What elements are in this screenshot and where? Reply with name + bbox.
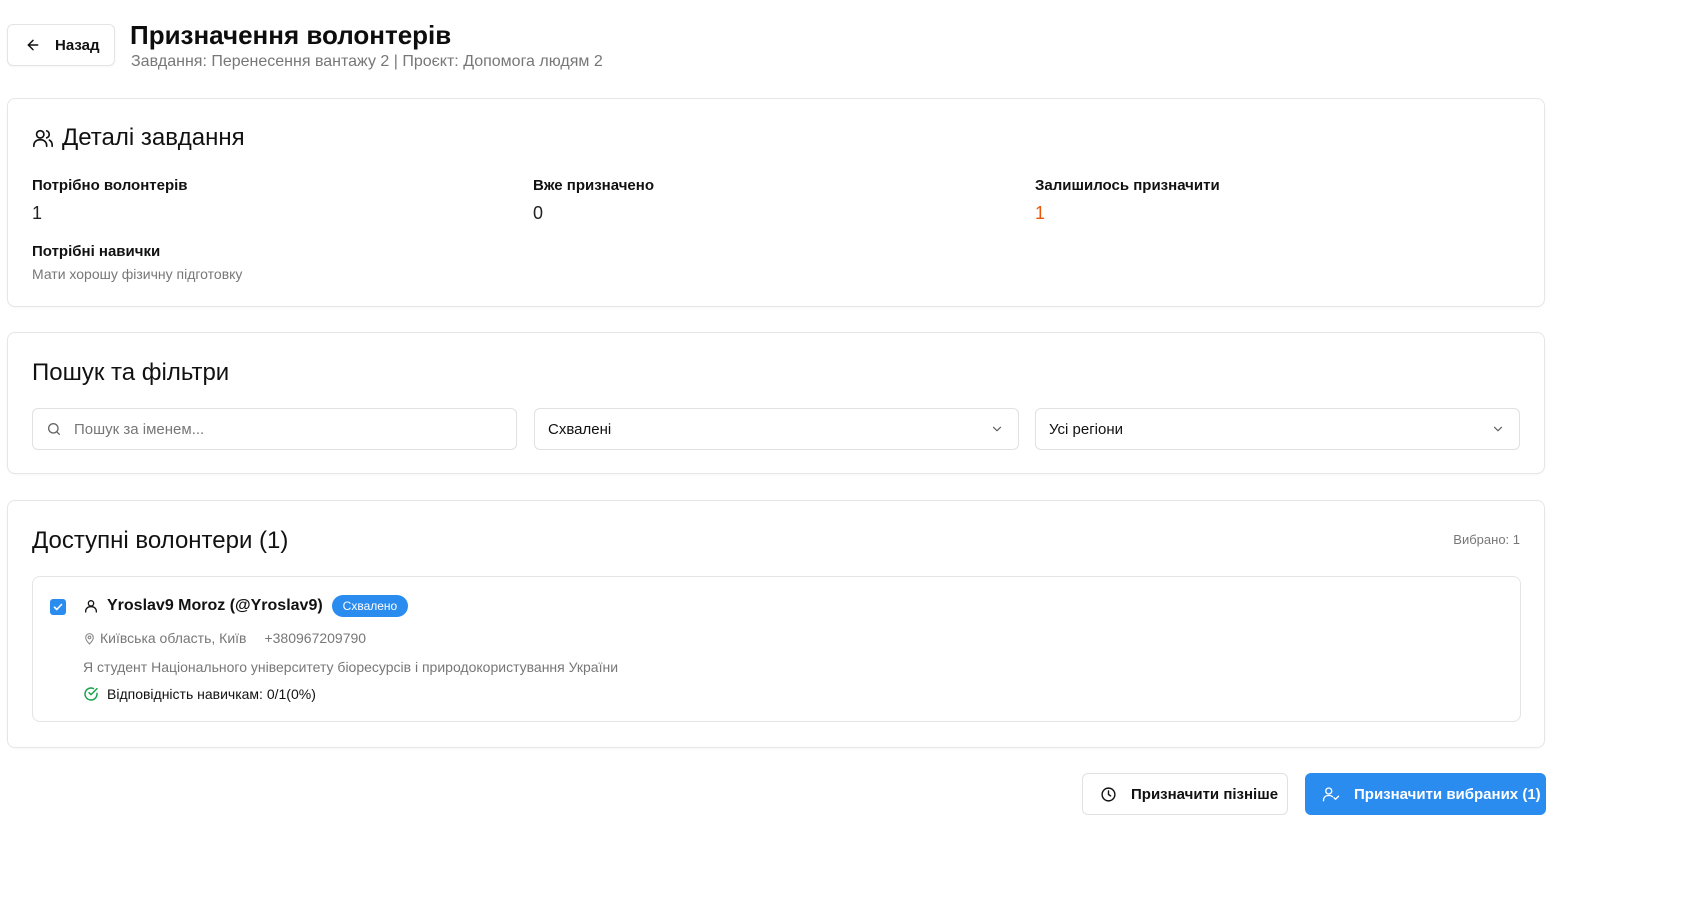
region-filter-value: Усі регіони bbox=[1049, 420, 1124, 438]
back-button[interactable]: Назад bbox=[7, 24, 115, 66]
volunteer-name: Yroslav9 Moroz (@Yroslav9) bbox=[107, 597, 323, 614]
task-details-card: Деталі завдання Потрібно волонтерів 1 Вж… bbox=[7, 98, 1545, 307]
assign-later-label: Призначити пізніше bbox=[1131, 785, 1279, 803]
assign-volunteers-page: Назад Призначення волонтерів Завдання: П… bbox=[0, 0, 1704, 903]
required-skills: Потрібні навички Мати хорошу фізичну під… bbox=[32, 243, 242, 282]
map-pin-icon bbox=[83, 632, 96, 645]
volunteer-location: Київська область, Київ bbox=[100, 630, 247, 646]
volunteer-contact: Київська область, Київ +380967209790 bbox=[83, 630, 366, 646]
page-subtitle: Завдання: Перенесення вантажу 2 | Проєкт… bbox=[131, 53, 603, 70]
volunteers-needed-value: 1 bbox=[32, 203, 43, 223]
page-title: Призначення волонтерів bbox=[130, 20, 452, 50]
already-assigned: Вже призначено 0 bbox=[533, 177, 654, 224]
task-details-title-text: Деталі завдання bbox=[62, 124, 245, 151]
assign-later-button[interactable]: Призначити пізніше bbox=[1082, 773, 1288, 815]
search-filters-title: Пошук та фільтри bbox=[32, 359, 230, 386]
check-circle-icon bbox=[83, 686, 99, 702]
user-check-icon bbox=[1322, 785, 1340, 803]
search-icon bbox=[46, 421, 62, 437]
chevron-down-icon bbox=[1491, 422, 1505, 436]
available-volunteers-card: Доступні волонтери (1) Вибрано: 1 Yrosla… bbox=[7, 500, 1545, 748]
search-filters-card: Пошук та фільтри Схвалені Усі регіони bbox=[7, 332, 1545, 474]
volunteer-phone: +380967209790 bbox=[264, 630, 367, 646]
status-filter-select[interactable]: Схвалені bbox=[534, 408, 1019, 450]
status-filter-value: Схвалені bbox=[548, 420, 612, 438]
search-box[interactable] bbox=[32, 408, 517, 450]
status-badge: Схвалено bbox=[331, 595, 409, 617]
users-icon bbox=[32, 127, 54, 149]
user-icon bbox=[83, 598, 99, 614]
skills-match: Відповідність навичкам: 0/1(0%) bbox=[83, 686, 316, 702]
volunteer-list-item[interactable]: Yroslav9 Moroz (@Yroslav9) Схвалено Київ… bbox=[32, 576, 1521, 722]
remaining-label: Залишилось призначити bbox=[1035, 177, 1220, 194]
volunteer-header: Yroslav9 Moroz (@Yroslav9) Схвалено bbox=[83, 595, 409, 617]
assign-selected-label: Призначити вибраних (1) bbox=[1354, 785, 1541, 803]
chevron-down-icon bbox=[990, 422, 1004, 436]
region-filter-select[interactable]: Усі регіони bbox=[1035, 408, 1520, 450]
assign-selected-button[interactable]: Призначити вибраних (1) bbox=[1305, 773, 1546, 815]
remaining-value: 1 bbox=[1035, 203, 1046, 223]
clock-icon bbox=[1100, 786, 1117, 803]
volunteer-checkbox[interactable] bbox=[50, 599, 66, 615]
volunteers-needed-label: Потрібно волонтерів bbox=[32, 177, 188, 194]
skills-match-text: Відповідність навичкам: 0/1(0%) bbox=[107, 686, 316, 702]
already-assigned-label: Вже призначено bbox=[533, 177, 654, 194]
available-volunteers-title: Доступні волонтери (1) bbox=[32, 527, 289, 554]
task-details-title: Деталі завдання bbox=[32, 124, 245, 152]
required-skills-label: Потрібні навички bbox=[32, 243, 161, 260]
back-label: Назад bbox=[55, 36, 100, 54]
already-assigned-value: 0 bbox=[533, 203, 544, 223]
volunteers-needed: Потрібно волонтерів 1 bbox=[32, 177, 188, 224]
arrow-left-icon bbox=[25, 37, 41, 53]
remaining-to-assign: Залишилось призначити 1 bbox=[1035, 177, 1220, 224]
selected-count: Вибрано: 1 bbox=[1453, 532, 1520, 547]
search-input[interactable] bbox=[74, 420, 516, 438]
volunteer-bio: Я студент Національного університету біо… bbox=[83, 659, 619, 675]
required-skills-value: Мати хорошу фізичну підготовку bbox=[32, 266, 243, 282]
